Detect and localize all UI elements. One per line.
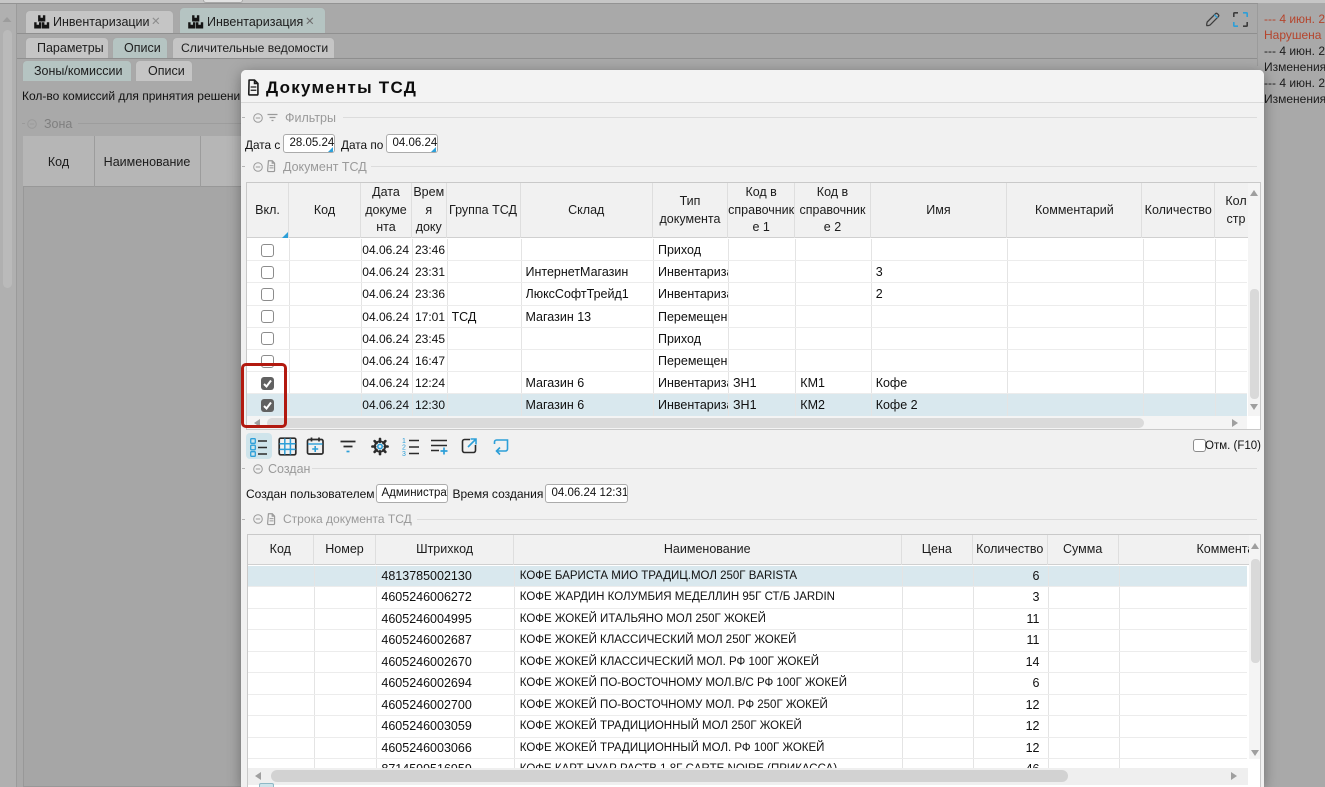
svg-text:3: 3 xyxy=(402,451,406,457)
